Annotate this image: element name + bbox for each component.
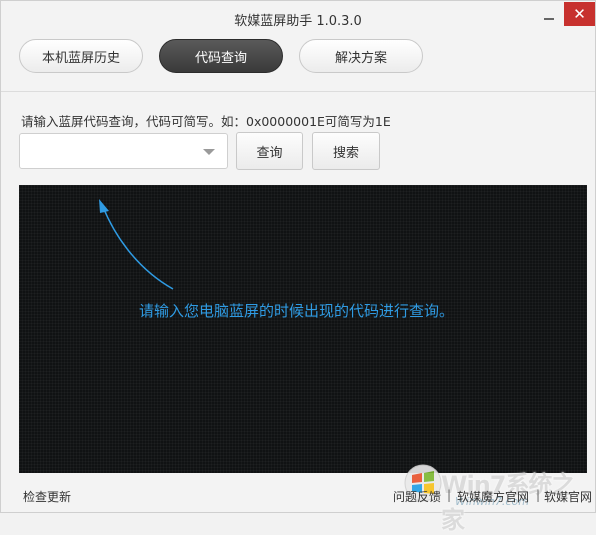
search-button-label: 搜索 bbox=[332, 145, 359, 161]
official-site-link[interactable]: 软媒官网 bbox=[544, 488, 592, 505]
chevron-down-icon[interactable] bbox=[203, 149, 215, 155]
search-button[interactable]: 搜索 bbox=[312, 132, 380, 170]
pointer-arrow-icon bbox=[99, 199, 174, 290]
tab-label: 代码查询 bbox=[194, 50, 247, 66]
minimize-button[interactable] bbox=[538, 5, 560, 27]
console-message: 请输入您电脑蓝屏的时候出现的代码进行查询。 bbox=[139, 302, 455, 320]
close-icon: ✕ bbox=[573, 5, 586, 23]
tab-label: 本机蓝屏历史 bbox=[41, 50, 120, 66]
header-divider bbox=[1, 91, 595, 92]
feedback-link[interactable]: 问题反馈 bbox=[393, 488, 441, 505]
title-bar: 软媒蓝屏助手 1.0.3.0 ✕ bbox=[1, 1, 595, 35]
tab-local-history[interactable]: 本机蓝屏历史 bbox=[19, 39, 143, 73]
code-combo-box[interactable] bbox=[19, 133, 228, 169]
check-update-link[interactable]: 检查更新 bbox=[23, 488, 71, 505]
query-button[interactable]: 查询 bbox=[236, 132, 303, 170]
query-button-label: 查询 bbox=[256, 145, 283, 161]
window-title: 软媒蓝屏助手 1.0.3.0 bbox=[234, 14, 362, 29]
query-hint: 请输入蓝屏代码查询，代码可简写。如：0x0000001E可简写为1E bbox=[21, 114, 391, 129]
result-console: 请输入您电脑蓝屏的时候出现的代码进行查询。 bbox=[19, 185, 587, 473]
magic-cube-site-link[interactable]: 软媒魔方官网 bbox=[457, 488, 529, 505]
minimize-icon bbox=[544, 18, 554, 20]
footer-separator: | bbox=[536, 488, 541, 502]
close-button[interactable]: ✕ bbox=[564, 2, 595, 26]
app-window: 软媒蓝屏助手 1.0.3.0 ✕ 本机蓝屏历史 代码查询 解决方案 请输入蓝屏代… bbox=[0, 0, 596, 534]
tab-label: 解决方案 bbox=[334, 50, 387, 66]
tab-solutions[interactable]: 解决方案 bbox=[299, 39, 423, 73]
footer-separator: | bbox=[447, 488, 452, 502]
tab-code-query[interactable]: 代码查询 bbox=[159, 39, 283, 73]
